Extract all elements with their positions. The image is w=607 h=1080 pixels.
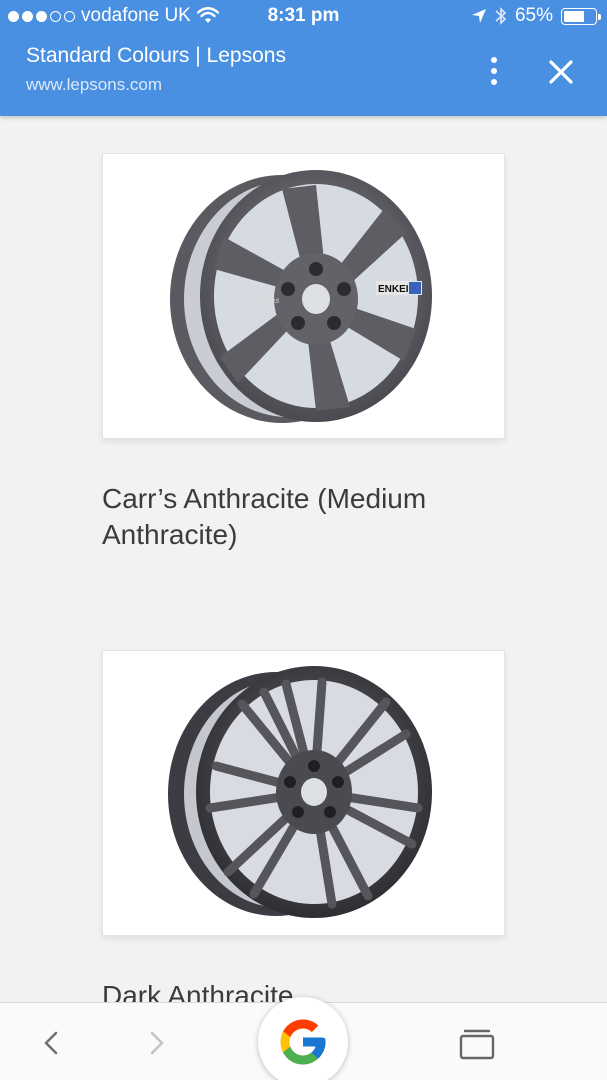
chevron-right-icon[interactable] <box>138 1025 174 1061</box>
battery-level <box>564 10 584 22</box>
page-title: Standard Colours | Lepsons <box>26 44 286 67</box>
colour-name: Carr’s Anthracite (Medium Anthracite) <box>102 483 427 550</box>
battery-icon <box>561 7 601 25</box>
close-icon[interactable] <box>545 56 577 88</box>
page-content[interactable]: ENKEI Lepsons Carr’s Anthracite (Medium … <box>0 116 607 1002</box>
chevron-left-icon[interactable] <box>34 1025 70 1061</box>
status-right: 65% <box>471 5 601 27</box>
battery-percent: 65% <box>514 5 553 26</box>
google-g-icon <box>280 1019 326 1065</box>
six-spoke-wheel-image: ENKEI Lepsons <box>169 170 432 423</box>
custom-tab-header: Standard Colours | Lepsons www.lepsons.c… <box>0 34 607 116</box>
more-vertical-icon[interactable] <box>478 54 510 86</box>
wheel-image-card[interactable] <box>102 650 505 936</box>
wheel-brand-text: ENKEI <box>378 284 409 295</box>
split-spoke-wheel-image <box>167 666 432 918</box>
google-search-button[interactable] <box>258 997 348 1080</box>
status-bar: vodafone UK 8:31 pm 65% <box>0 0 607 34</box>
page-url: www.lepsons.com <box>26 75 163 94</box>
tabs-icon[interactable] <box>458 1027 496 1061</box>
wheel-image-card[interactable]: ENKEI Lepsons <box>102 153 505 439</box>
location-arrow-icon <box>471 9 486 23</box>
bluetooth-icon <box>495 7 507 25</box>
wheel-script-text: Lepsons <box>245 296 279 305</box>
bottom-toolbar <box>0 997 607 1080</box>
